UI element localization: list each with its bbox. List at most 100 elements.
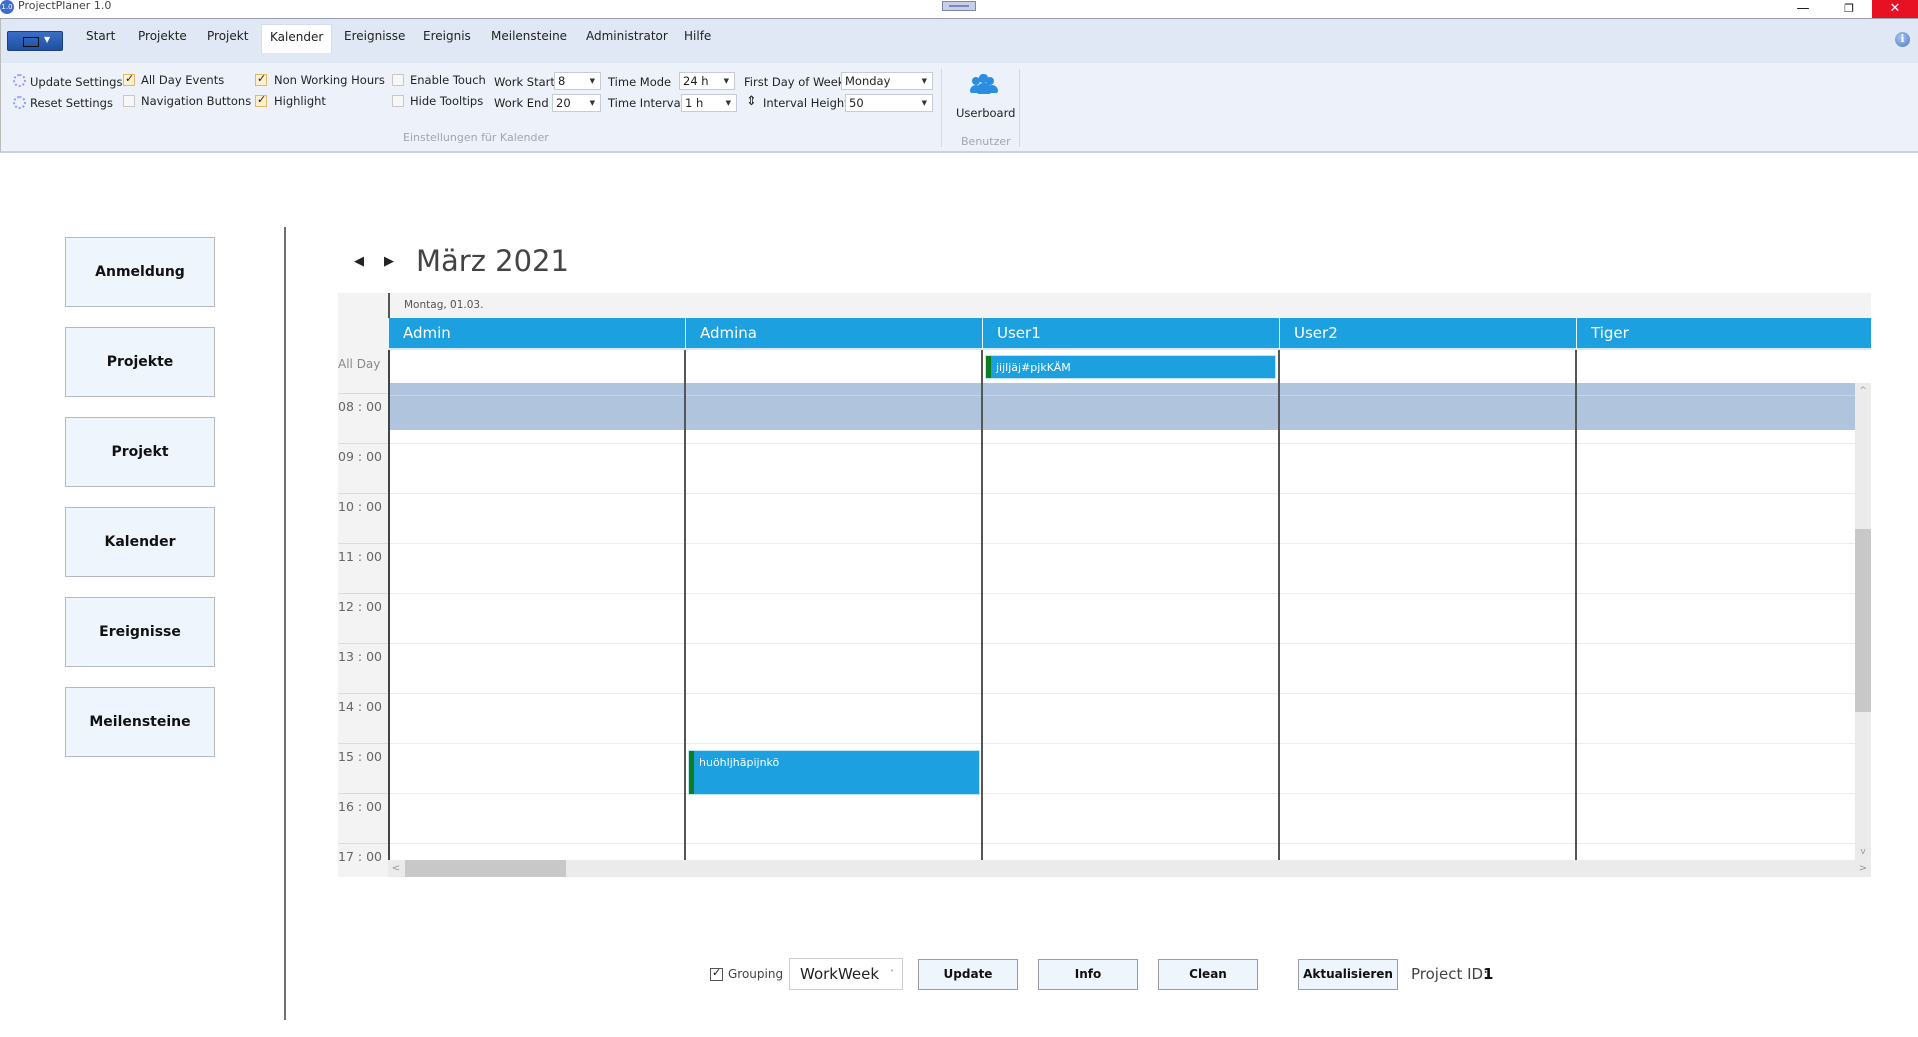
- close-button[interactable]: ✕: [1872, 0, 1918, 18]
- interval-height-select[interactable]: 50 ▼: [845, 94, 933, 112]
- userboard-button[interactable]: Userboard: [949, 67, 1019, 127]
- update-button[interactable]: Update: [918, 959, 1018, 990]
- time-label: 13 : 00: [338, 649, 382, 664]
- resource-header-admina[interactable]: Admina: [685, 318, 982, 350]
- work-start-label: Work Start: [494, 75, 555, 89]
- ribbon: Update Settings Reset Settings All Day E…: [0, 63, 1918, 153]
- vertical-scroll-thumb[interactable]: [1855, 529, 1871, 712]
- settings-gear-icon: [13, 74, 26, 87]
- all-day-events-checkbox[interactable]: [123, 72, 135, 86]
- view-select[interactable]: WorkWeek ˅: [789, 958, 903, 990]
- hour-line: [388, 643, 1855, 644]
- next-month-icon[interactable]: ▶: [384, 254, 396, 270]
- interval-height-icon: ⇕: [746, 94, 757, 109]
- aktualisieren-button[interactable]: Aktualisieren: [1298, 959, 1398, 990]
- nav-kalender-button[interactable]: Kalender: [65, 507, 215, 577]
- group-separator: [941, 69, 942, 147]
- resource-header-user2[interactable]: User2: [1279, 318, 1576, 350]
- clean-button[interactable]: Clean: [1158, 959, 1258, 990]
- navigation-buttons-checkbox[interactable]: [123, 95, 135, 107]
- nav-projekte-button[interactable]: Projekte: [65, 327, 215, 397]
- time-label: 10 : 00: [338, 499, 382, 514]
- time-tick: [338, 743, 388, 744]
- dropdown-arrow-icon: ▼: [725, 99, 731, 107]
- info-button[interactable]: Info: [1038, 959, 1138, 990]
- horizontal-scroll-thumb[interactable]: [405, 860, 566, 877]
- tab-start[interactable]: Start: [78, 24, 123, 53]
- resource-header-admin[interactable]: Admin: [388, 318, 685, 350]
- highlight-checkbox[interactable]: [255, 93, 267, 107]
- work-end-value: 20: [556, 96, 571, 110]
- tab-kalender[interactable]: Kalender: [261, 24, 333, 53]
- time-label: 11 : 00: [338, 549, 382, 564]
- time-interval-select[interactable]: 1 h ▼: [681, 94, 737, 112]
- hide-tooltips-checkbox[interactable]: [392, 95, 404, 107]
- minimize-button[interactable]: —: [1780, 0, 1826, 18]
- tab-projekt[interactable]: Projekt: [199, 24, 256, 53]
- scroll-up-icon[interactable]: ^: [1855, 383, 1871, 399]
- dropdown-arrow-icon: ▼: [921, 99, 927, 107]
- dropdown-arrow-icon: ▼: [589, 77, 595, 85]
- appointment-allday-user1[interactable]: jijljäj#pjkKÄM: [985, 355, 1276, 379]
- work-end-label: Work End: [494, 96, 549, 110]
- time-ruler: 08 : 00 09 : 00 10 : 00 11 : 00 12 : 00 …: [338, 383, 388, 864]
- hour-line: [388, 443, 1855, 444]
- nav-projekt-button[interactable]: Projekt: [65, 417, 215, 487]
- dropdown-arrow-icon: ▼: [723, 77, 729, 85]
- resource-header-user1[interactable]: User1: [982, 318, 1279, 350]
- tab-hilfe[interactable]: Hilfe: [676, 24, 719, 53]
- horizontal-scrollbar[interactable]: < >: [388, 860, 1871, 877]
- vertical-divider: [284, 227, 286, 1020]
- group-label-calendar-settings: Einstellungen für Kalender: [403, 131, 549, 144]
- nav-ereignisse-button[interactable]: Ereignisse: [65, 597, 215, 667]
- work-end-select[interactable]: 20 ▼: [552, 94, 601, 112]
- hour-line: [388, 543, 1855, 544]
- hour-line: [388, 743, 1855, 744]
- hide-tooltips-label: Hide Tooltips: [410, 94, 484, 108]
- vertical-scrollbar[interactable]: ^ v: [1855, 383, 1871, 860]
- tab-ereignisse[interactable]: Ereignisse: [336, 24, 413, 53]
- time-mode-select[interactable]: 24 h ▼: [679, 72, 735, 90]
- tab-ereignis[interactable]: Ereignis: [415, 24, 479, 53]
- restore-button[interactable]: ❐: [1826, 0, 1872, 18]
- resource-header-tiger[interactable]: Tiger: [1576, 318, 1871, 350]
- tab-meilensteine[interactable]: Meilensteine: [483, 24, 575, 53]
- hour-line: [388, 793, 1855, 794]
- appointment-title: huöhljhäpijnkö: [699, 756, 780, 769]
- update-settings-button[interactable]: Update Settings: [30, 75, 122, 89]
- work-start-select[interactable]: 8 ▼: [554, 72, 601, 90]
- tab-projekte[interactable]: Projekte: [130, 24, 195, 53]
- hour-line: [388, 843, 1855, 844]
- appointment-admina[interactable]: huöhljhäpijnkö: [688, 750, 980, 795]
- column-divider: [1278, 350, 1280, 860]
- day-header: Montag, 01.03.: [388, 293, 1871, 318]
- first-day-of-week-select[interactable]: Monday ▼: [841, 72, 933, 90]
- prev-month-icon[interactable]: ◀: [354, 254, 366, 270]
- group-label-users: Benutzer: [961, 135, 1011, 148]
- enable-touch-checkbox[interactable]: [392, 74, 404, 86]
- scroll-right-icon[interactable]: >: [1855, 860, 1871, 877]
- time-tick: [338, 443, 388, 444]
- all-day-label: All Day: [338, 357, 381, 371]
- nav-meilensteine-button[interactable]: Meilensteine: [65, 687, 215, 757]
- grouping-checkbox[interactable]: [710, 966, 723, 981]
- column-divider: [388, 350, 390, 860]
- time-tick: [338, 493, 388, 494]
- day-header-label: Montag, 01.03.: [404, 299, 484, 311]
- non-working-hours-checkbox[interactable]: [255, 72, 267, 86]
- scroll-down-icon[interactable]: v: [1855, 844, 1871, 860]
- nav-anmeldung-button[interactable]: Anmeldung: [65, 237, 215, 307]
- tab-administrator[interactable]: Administrator: [578, 24, 676, 53]
- time-grid[interactable]: [388, 383, 1855, 860]
- info-icon[interactable]: i: [1895, 32, 1910, 47]
- userboard-label: Userboard: [956, 106, 1016, 120]
- enable-touch-label: Enable Touch: [410, 73, 486, 87]
- time-tick: [338, 543, 388, 544]
- time-tick: [338, 643, 388, 644]
- project-id-label: Project ID:: [1411, 965, 1489, 983]
- app-menu-button[interactable]: ▼: [7, 31, 63, 51]
- work-start-value: 8: [558, 74, 566, 88]
- chevron-down-icon: ▼: [44, 35, 51, 44]
- scroll-left-icon[interactable]: <: [388, 860, 404, 877]
- reset-settings-button[interactable]: Reset Settings: [30, 96, 113, 110]
